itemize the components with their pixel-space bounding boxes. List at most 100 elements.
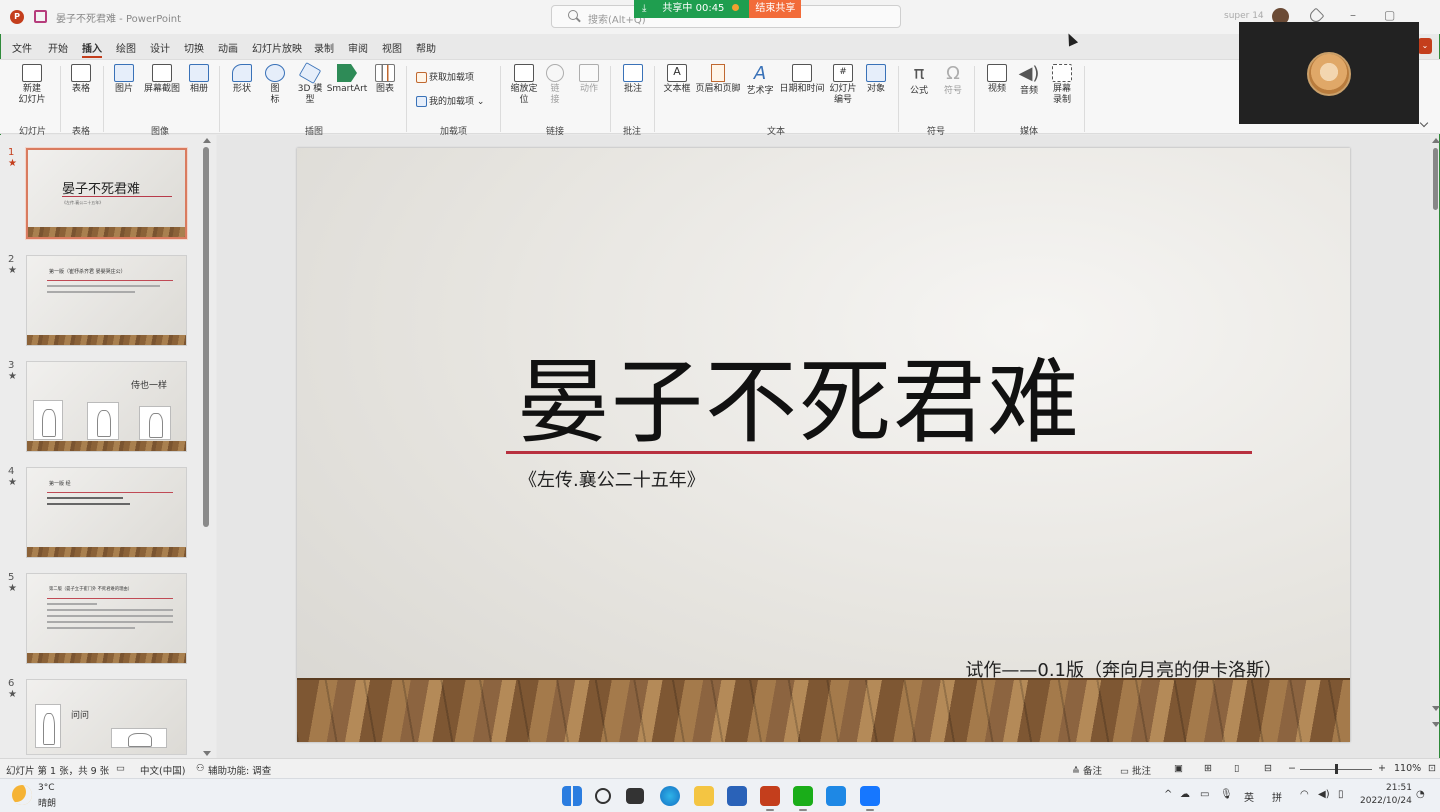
tab-help[interactable]: 帮助 bbox=[416, 40, 436, 55]
chart-button[interactable]: 图表 bbox=[372, 64, 398, 95]
tab-file[interactable]: 文件 bbox=[12, 40, 32, 55]
slide-sorter-icon[interactable]: ⊞ bbox=[1204, 763, 1212, 774]
panel-scroll-down-icon[interactable] bbox=[203, 751, 211, 756]
textbox-button[interactable]: A 文本框 bbox=[662, 64, 692, 95]
maximize-icon[interactable]: ▢ bbox=[1384, 8, 1395, 22]
table-button[interactable]: 表格 bbox=[68, 64, 94, 95]
zoom-button[interactable]: 缩放定 位 bbox=[508, 64, 540, 106]
header-footer-button[interactable]: 页眉和页脚 bbox=[694, 64, 742, 95]
video-button[interactable]: 视频 bbox=[984, 64, 1010, 95]
share-dropdown-button[interactable]: ⌄ bbox=[1418, 38, 1432, 54]
zoom-out-icon[interactable]: − bbox=[1288, 763, 1296, 774]
get-addins-button[interactable]: 获取加载项 bbox=[416, 70, 474, 83]
symbol-button[interactable]: Ω 符号 bbox=[940, 64, 966, 97]
slide-title[interactable]: 晏子不死君难 bbox=[517, 328, 1081, 461]
comments-button[interactable]: ▭ 批注 bbox=[1120, 763, 1151, 777]
microphone-icon[interactable]: 🎙 bbox=[1220, 789, 1233, 800]
slideshow-icon[interactable]: ⊟ bbox=[1264, 763, 1272, 774]
zoom-in-icon[interactable]: + bbox=[1378, 763, 1386, 774]
audio-button[interactable]: ◀) 音频 bbox=[1016, 64, 1042, 97]
slide-number: 6 ★ bbox=[8, 678, 17, 700]
reading-view-icon[interactable]: ▯ bbox=[1234, 763, 1239, 774]
weather-desc[interactable]: 晴朗 bbox=[38, 796, 56, 809]
task-view-icon[interactable] bbox=[626, 788, 644, 804]
tab-insert[interactable]: 插入 bbox=[82, 40, 102, 58]
start-icon[interactable] bbox=[562, 786, 582, 806]
edge-browser-icon[interactable] bbox=[660, 786, 680, 806]
tab-animations[interactable]: 动画 bbox=[218, 40, 238, 55]
new-slide-button[interactable]: 新建 幻灯片 bbox=[12, 64, 52, 106]
canvas-scrollbar[interactable] bbox=[1433, 148, 1438, 210]
normal-view-icon[interactable]: ▣ bbox=[1174, 763, 1183, 774]
slide-thumbnail-6[interactable]: 问问 bbox=[26, 679, 187, 755]
next-slide-icon[interactable] bbox=[1432, 722, 1440, 727]
tab-view[interactable]: 视图 bbox=[382, 40, 402, 55]
notes-button[interactable]: ≙ 备注 bbox=[1072, 763, 1102, 777]
end-share-button[interactable]: 结束共享 bbox=[749, 0, 802, 18]
tab-review[interactable]: 审阅 bbox=[348, 40, 368, 55]
tab-record[interactable]: 录制 bbox=[314, 40, 334, 55]
weather-temp[interactable]: 3°C bbox=[38, 783, 55, 793]
spellcheck-icon[interactable]: ▭ bbox=[116, 763, 125, 774]
slide-thumbnail-3[interactable]: 侍也一样 bbox=[26, 361, 187, 452]
battery-icon[interactable]: ▭ bbox=[1200, 789, 1209, 800]
zoom-slider-thumb[interactable] bbox=[1335, 764, 1338, 774]
slide-thumbnail-2[interactable]: 第一版（崔杼杀齐君 晏婴哭庄公） bbox=[26, 255, 187, 346]
equation-button[interactable]: π 公式 bbox=[906, 64, 932, 97]
picture-button[interactable]: 图片 bbox=[111, 64, 137, 95]
canvas-scroll-down-icon[interactable] bbox=[1432, 706, 1440, 711]
panel-scroll-up-icon[interactable] bbox=[203, 138, 211, 143]
tab-transitions[interactable]: 切换 bbox=[184, 40, 204, 55]
clock-time[interactable]: 21:51 bbox=[1386, 783, 1412, 793]
store-app-icon[interactable] bbox=[727, 786, 747, 806]
wechat-icon[interactable] bbox=[793, 786, 813, 811]
screenshot-button[interactable]: 屏幕截图 bbox=[141, 64, 183, 95]
icons-button[interactable]: 图 标 bbox=[264, 64, 286, 106]
canvas-scroll-up-icon[interactable] bbox=[1432, 138, 1440, 143]
tab-home[interactable]: 开始 bbox=[48, 40, 68, 55]
link-button[interactable]: 链 接 bbox=[544, 64, 566, 106]
action-button[interactable]: 动作 bbox=[576, 64, 602, 95]
tab-slideshow[interactable]: 幻灯片放映 bbox=[252, 40, 302, 55]
smartart-button[interactable]: SmartArt bbox=[326, 64, 368, 95]
3d-model-button[interactable]: 3D 模 型 bbox=[296, 62, 324, 106]
tab-design[interactable]: 设计 bbox=[150, 40, 170, 55]
slide-thumbnail-4[interactable]: 第一版 经 bbox=[26, 467, 187, 558]
file-explorer-icon[interactable] bbox=[694, 786, 714, 806]
ime-language[interactable]: 英 bbox=[1244, 789, 1254, 804]
meeting-app-icon[interactable] bbox=[860, 786, 880, 811]
clock-date[interactable]: 2022/10/24 bbox=[1360, 796, 1412, 806]
object-button[interactable]: 对象 bbox=[863, 64, 889, 95]
language-indicator[interactable]: 中文(中国) bbox=[140, 763, 185, 777]
onedrive-icon[interactable]: ☁ bbox=[1180, 789, 1190, 800]
slide-thumbnail-5[interactable]: 第二版（晏子立于崔门外 不死君难的理由） bbox=[26, 573, 187, 664]
current-slide[interactable]: 晏子不死君难 《左传.襄公二十五年》 试作——0.1版（奔向月亮的伊卡洛斯） bbox=[297, 148, 1350, 742]
album-button[interactable]: 相册 bbox=[187, 64, 211, 95]
shapes-button[interactable]: 形状 bbox=[230, 64, 254, 95]
datetime-button[interactable]: 日期和时间 bbox=[778, 64, 826, 95]
thumb-floor bbox=[28, 227, 185, 237]
volume-icon[interactable]: ◀) bbox=[1318, 789, 1330, 800]
zoom-level[interactable]: 110% bbox=[1394, 763, 1421, 774]
wifi-icon[interactable]: ◠ bbox=[1300, 789, 1309, 800]
wordart-button[interactable]: A 艺术字 bbox=[745, 64, 775, 97]
minimize-icon[interactable]: – bbox=[1350, 8, 1356, 22]
slide-subtitle[interactable]: 《左传.襄公二十五年》 bbox=[519, 466, 705, 492]
tray-expand-icon[interactable]: ^ bbox=[1164, 789, 1172, 800]
search-taskbar-icon[interactable] bbox=[595, 788, 611, 804]
comment-button[interactable]: 批注 bbox=[620, 64, 646, 95]
slide-thumbnail-1[interactable]: 晏子不死君难 《左传.襄公二十五年》 bbox=[26, 148, 187, 239]
feishu-icon[interactable] bbox=[826, 786, 846, 806]
tab-draw[interactable]: 绘图 bbox=[116, 40, 136, 55]
power-icon[interactable]: ▯ bbox=[1338, 789, 1344, 800]
my-addins-button[interactable]: 我的加载项 ⌄ bbox=[416, 94, 484, 107]
panel-scrollbar[interactable] bbox=[203, 147, 209, 527]
screen-record-button[interactable]: 屏幕 录制 bbox=[1048, 64, 1076, 106]
notification-icon[interactable]: ◔ bbox=[1416, 789, 1425, 800]
ime-mode[interactable]: 拼 bbox=[1272, 789, 1282, 804]
fit-to-window-icon[interactable]: ⊡ bbox=[1428, 763, 1436, 774]
save-icon[interactable] bbox=[34, 10, 47, 23]
accessibility-status[interactable]: 辅助功能: 调查 bbox=[208, 763, 271, 777]
powerpoint-taskbar-icon[interactable] bbox=[760, 786, 780, 811]
slide-number-button[interactable]: # 幻灯片 编号 bbox=[828, 64, 858, 106]
